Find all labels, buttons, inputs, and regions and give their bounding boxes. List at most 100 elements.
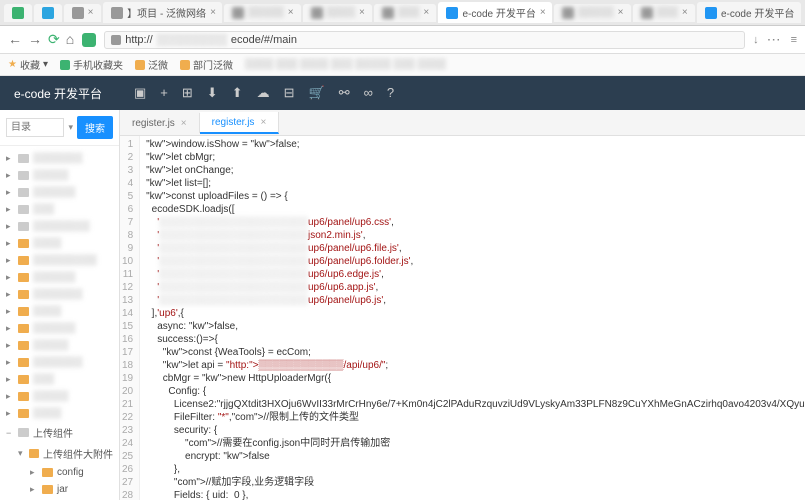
tree-item-upload-child[interactable]: ▾上传组件大附件 — [0, 443, 119, 464]
link-icon[interactable]: ⚯ — [339, 85, 350, 101]
tree-item-jar[interactable]: ▸jar — [0, 481, 119, 498]
tree-item[interactable]: ▸▒▒▒ — [0, 371, 119, 388]
forward-button[interactable]: → — [28, 31, 42, 48]
folder-icon — [18, 392, 29, 401]
browser-tab-active[interactable]: e-code 开发平台× — [438, 2, 552, 23]
menu-bars-icon[interactable]: ≡ — [791, 34, 797, 46]
code-content[interactable]: "kw">window.isShow = "kw">false;"kw">let… — [140, 136, 805, 500]
address-bar[interactable]: http://▒▒▒▒▒▒▒▒▒ecode/#/main — [104, 31, 745, 49]
folder-icon — [42, 485, 53, 494]
tab-icon — [72, 7, 84, 19]
browser-tab[interactable]: ▒▒▒▒▒× — [554, 4, 630, 22]
tree-item[interactable]: ▸▒▒▒▒▒▒ — [0, 269, 119, 286]
tree-item[interactable]: ▸▒▒▒▒ — [0, 303, 119, 320]
content-area: register.js× register.js× 12345678910111… — [120, 110, 805, 500]
tab-icon — [111, 7, 123, 19]
tab-icon — [311, 7, 323, 19]
line-gutter: 1234567891011121314151617181920212223242… — [120, 136, 140, 500]
close-icon[interactable]: × — [288, 7, 294, 18]
browser-tab[interactable]: 】项目 - 泛微网络× — [103, 2, 222, 23]
tab-icon — [641, 7, 653, 19]
add-icon[interactable]: + — [160, 85, 168, 101]
folder-icon — [135, 60, 145, 70]
star-icon: ★ — [8, 59, 17, 70]
collapse-icon[interactable]: − — [6, 428, 14, 438]
download-icon[interactable]: ↓ — [753, 34, 759, 46]
close-icon[interactable]: × — [682, 7, 688, 18]
chevron-down-icon[interactable]: ▾ — [68, 122, 73, 133]
browser-tab[interactable]: ▒▒▒× — [374, 4, 436, 22]
help-icon[interactable]: ? — [387, 85, 394, 101]
bookmark-item[interactable]: 泛微 — [135, 57, 168, 72]
browser-tab[interactable]: e-code 开发平台 — [697, 2, 801, 23]
tab-icon — [562, 7, 574, 19]
close-icon[interactable]: × — [260, 117, 266, 128]
code-editor[interactable]: 1234567891011121314151617181920212223242… — [120, 136, 805, 500]
file-icon — [18, 171, 29, 180]
close-icon[interactable]: × — [210, 7, 216, 18]
close-icon[interactable]: × — [423, 7, 429, 18]
browser-tab[interactable]: ▒▒▒▒▒× — [224, 4, 300, 22]
bookmark-blurred[interactable]: ▒▒▒▒ ▒▒▒ ▒▒▒▒ ▒▒▒ ▒▒▒▒▒ ▒▒▒ ▒▒▒▒ — [245, 59, 446, 70]
tree-item[interactable]: ▸▒▒▒▒▒▒▒▒ — [0, 218, 119, 235]
grid-icon[interactable]: ⊞ — [182, 85, 193, 101]
search-button[interactable]: 搜索 — [77, 116, 113, 139]
browser-icon — [12, 7, 24, 19]
close-icon[interactable]: × — [181, 118, 187, 129]
lock-icon — [111, 35, 121, 45]
tree-item[interactable]: ▸▒▒▒▒ — [0, 235, 119, 252]
folder-icon — [18, 409, 29, 418]
tree-item[interactable]: ▸▒▒▒ — [0, 201, 119, 218]
tab-icon — [382, 7, 394, 19]
refresh-button[interactable]: ⟳ — [48, 31, 60, 48]
browser-tab[interactable]: × — [64, 4, 102, 22]
chain-icon[interactable]: ∞ — [364, 85, 373, 101]
browser-tab[interactable] — [34, 4, 62, 22]
folder-icon — [18, 324, 29, 333]
tree-item[interactable]: ▸▒▒▒▒▒▒ — [0, 320, 119, 337]
download-icon[interactable]: ⬇ — [207, 85, 218, 101]
file-tab[interactable]: register.js× — [120, 113, 200, 133]
menu-button[interactable]: ⋯ — [767, 31, 783, 48]
browser-tab[interactable]: ▒▒▒× — [633, 4, 695, 22]
bookmark-item[interactable]: 手机收藏夹 — [60, 57, 123, 72]
bookmark-item[interactable]: 部门泛微 — [180, 57, 233, 72]
shield-icon[interactable] — [82, 33, 96, 47]
save-icon[interactable]: ▣ — [134, 85, 146, 101]
file-icon — [18, 428, 29, 437]
tree-item[interactable]: ▸▒▒▒▒ — [0, 405, 119, 422]
file-tree: ▸▒▒▒▒▒▒▒ ▸▒▒▒▒▒ ▸▒▒▒▒▒▒ ▸▒▒▒ ▸▒▒▒▒▒▒▒▒ ▸… — [0, 146, 119, 500]
back-button[interactable]: ← — [8, 31, 22, 48]
cloud-icon[interactable]: ☁ — [257, 85, 270, 101]
url-blurred: ▒▒▒▒▒▒▒▒▒ — [157, 34, 227, 46]
tree-item[interactable]: ▸▒▒▒▒▒▒▒▒▒ — [0, 252, 119, 269]
tree-item[interactable]: ▸▒▒▒▒▒ — [0, 167, 119, 184]
tree-item[interactable]: ▸▒▒▒▒▒▒ — [0, 184, 119, 201]
folder-icon — [29, 449, 39, 458]
tree-item[interactable]: ▸▒▒▒▒▒▒▒ — [0, 150, 119, 167]
browser-tab[interactable] — [4, 4, 32, 22]
close-icon[interactable]: × — [359, 7, 365, 18]
folder-icon — [180, 60, 190, 70]
home-button[interactable]: ⌂ — [66, 31, 74, 48]
tree-item-config[interactable]: ▸config — [0, 464, 119, 481]
tree-item-upload[interactable]: −上传组件 — [0, 422, 119, 443]
folder-icon — [18, 256, 29, 265]
tree-item[interactable]: ▸▒▒▒▒▒ — [0, 388, 119, 405]
tree-item[interactable]: ▸▒▒▒▒▒▒▒ — [0, 286, 119, 303]
close-icon[interactable]: × — [618, 7, 624, 18]
cart-icon[interactable]: 🛒 — [309, 85, 325, 101]
search-input[interactable] — [6, 118, 64, 137]
file-tab-active[interactable]: register.js× — [200, 112, 280, 134]
tree-item[interactable]: ▸▒▒▒▒▒▒▒ — [0, 354, 119, 371]
tree-item[interactable]: ▸▒▒▒▒▒ — [0, 337, 119, 354]
list-icon[interactable]: ⊟ — [284, 85, 295, 101]
close-icon[interactable]: × — [88, 7, 94, 18]
folder-icon — [18, 341, 29, 350]
favorites-button[interactable]: ★收藏 ▾ — [8, 57, 48, 72]
upload-icon[interactable]: ⬆ — [232, 85, 243, 101]
ecode-icon — [705, 7, 717, 19]
browser-tab[interactable]: ▒▒▒▒× — [303, 4, 372, 22]
close-icon[interactable]: × — [540, 7, 546, 18]
file-icon — [18, 188, 29, 197]
